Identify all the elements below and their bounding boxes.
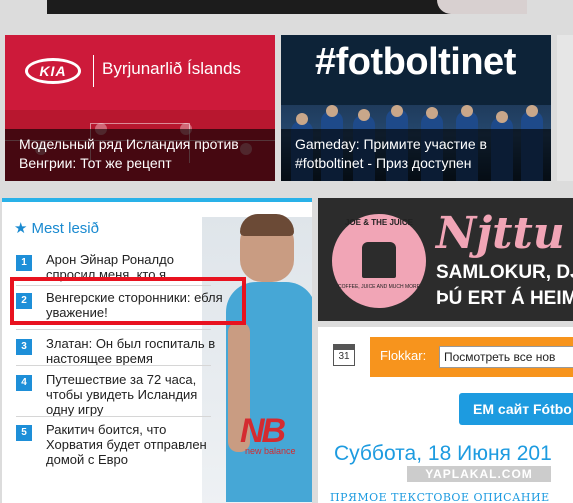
featured-card-kia[interactable]: KIA Byrjunarlið Íslands Модельный ряд Ис… <box>5 35 275 181</box>
player-head <box>496 111 508 123</box>
rank-badge: 1 <box>16 255 32 271</box>
player-head <box>426 107 438 119</box>
player-head <box>296 113 308 125</box>
divider <box>16 416 211 417</box>
rank-badge: 4 <box>16 375 32 391</box>
kia-logo: KIA <box>25 58 81 84</box>
joe-and-the-juice-ad[interactable]: JOE & THE JUICE COFFEE, JUICE AND MUCH M… <box>318 198 573 321</box>
top-banner-accent <box>437 0 527 14</box>
player-head <box>391 105 403 117</box>
ad-subline: SAMLOKUR, DJÚS <box>436 262 573 283</box>
card-logo-title: Byrjunarlið Íslands <box>102 59 241 78</box>
card-logo-title: #fotboltinet <box>315 41 516 83</box>
logo-figure <box>362 242 396 278</box>
most-read-link[interactable]: Златан: Он был госпиталь в настоящее вре… <box>46 336 226 366</box>
star-icon: ★ <box>14 220 28 237</box>
player-hair <box>240 214 294 236</box>
logo-divider <box>93 55 94 87</box>
highlight-box <box>10 277 246 325</box>
most-read-title: ★ Mest lesið <box>14 219 99 238</box>
most-read-link[interactable]: Путешествие за 72 часа, чтобы увидеть Ис… <box>46 372 226 417</box>
player-head <box>326 105 338 117</box>
calendar-icon[interactable]: 31 <box>333 344 355 366</box>
featured-card-partial[interactable] <box>557 35 573 181</box>
joe-juice-logo-text: JOE & THE JUICE <box>344 218 413 227</box>
category-label: Flokkar: <box>380 348 427 363</box>
top-banner-strip <box>47 0 527 14</box>
date-heading: Суббота, 18 Июня 201 <box>334 442 552 465</box>
live-commentary-heading[interactable]: ПРЯМОЕ ТЕКСТОВОЕ ОПИСАНИЕ <box>330 491 550 503</box>
rank-badge: 5 <box>16 425 32 441</box>
new-balance-text: new balance <box>245 446 296 456</box>
most-read-label: Mest lesið <box>31 219 99 237</box>
player-head <box>526 105 538 117</box>
ad-headline: Njttu fær <box>436 208 573 259</box>
player-head <box>461 105 473 117</box>
player-head <box>358 109 370 121</box>
watermark: YAPLAKAL.COM <box>407 466 551 482</box>
category-select[interactable]: Посмотреть все нов <box>439 346 573 368</box>
most-read-panel: NB new balance ★ Mest lesið 1 Арон Эйнар… <box>2 198 312 503</box>
ad-subline-2: ÞÚ ERT Á HEIMAV <box>436 288 573 309</box>
joe-juice-tagline: COFFEE, JUICE AND MUCH MORE <box>338 284 420 290</box>
divider <box>16 329 211 330</box>
most-read-link[interactable]: Ракитич боится, что Хорватия будет отпра… <box>46 422 226 467</box>
card-caption[interactable]: Gameday: Примите участие в #fotboltinet … <box>281 129 551 181</box>
em-site-button[interactable]: EM сайт Fótbo <box>459 393 573 425</box>
page: KIA Byrjunarlið Íslands Модельный ряд Ис… <box>0 0 573 503</box>
rank-badge: 3 <box>16 339 32 355</box>
divider <box>16 365 211 366</box>
card-caption[interactable]: Модельный ряд Исландия против Венгрии: Т… <box>5 129 275 181</box>
featured-card-fotboltinet[interactable]: #fotboltinet Gameday: Примите участие в … <box>281 35 551 181</box>
